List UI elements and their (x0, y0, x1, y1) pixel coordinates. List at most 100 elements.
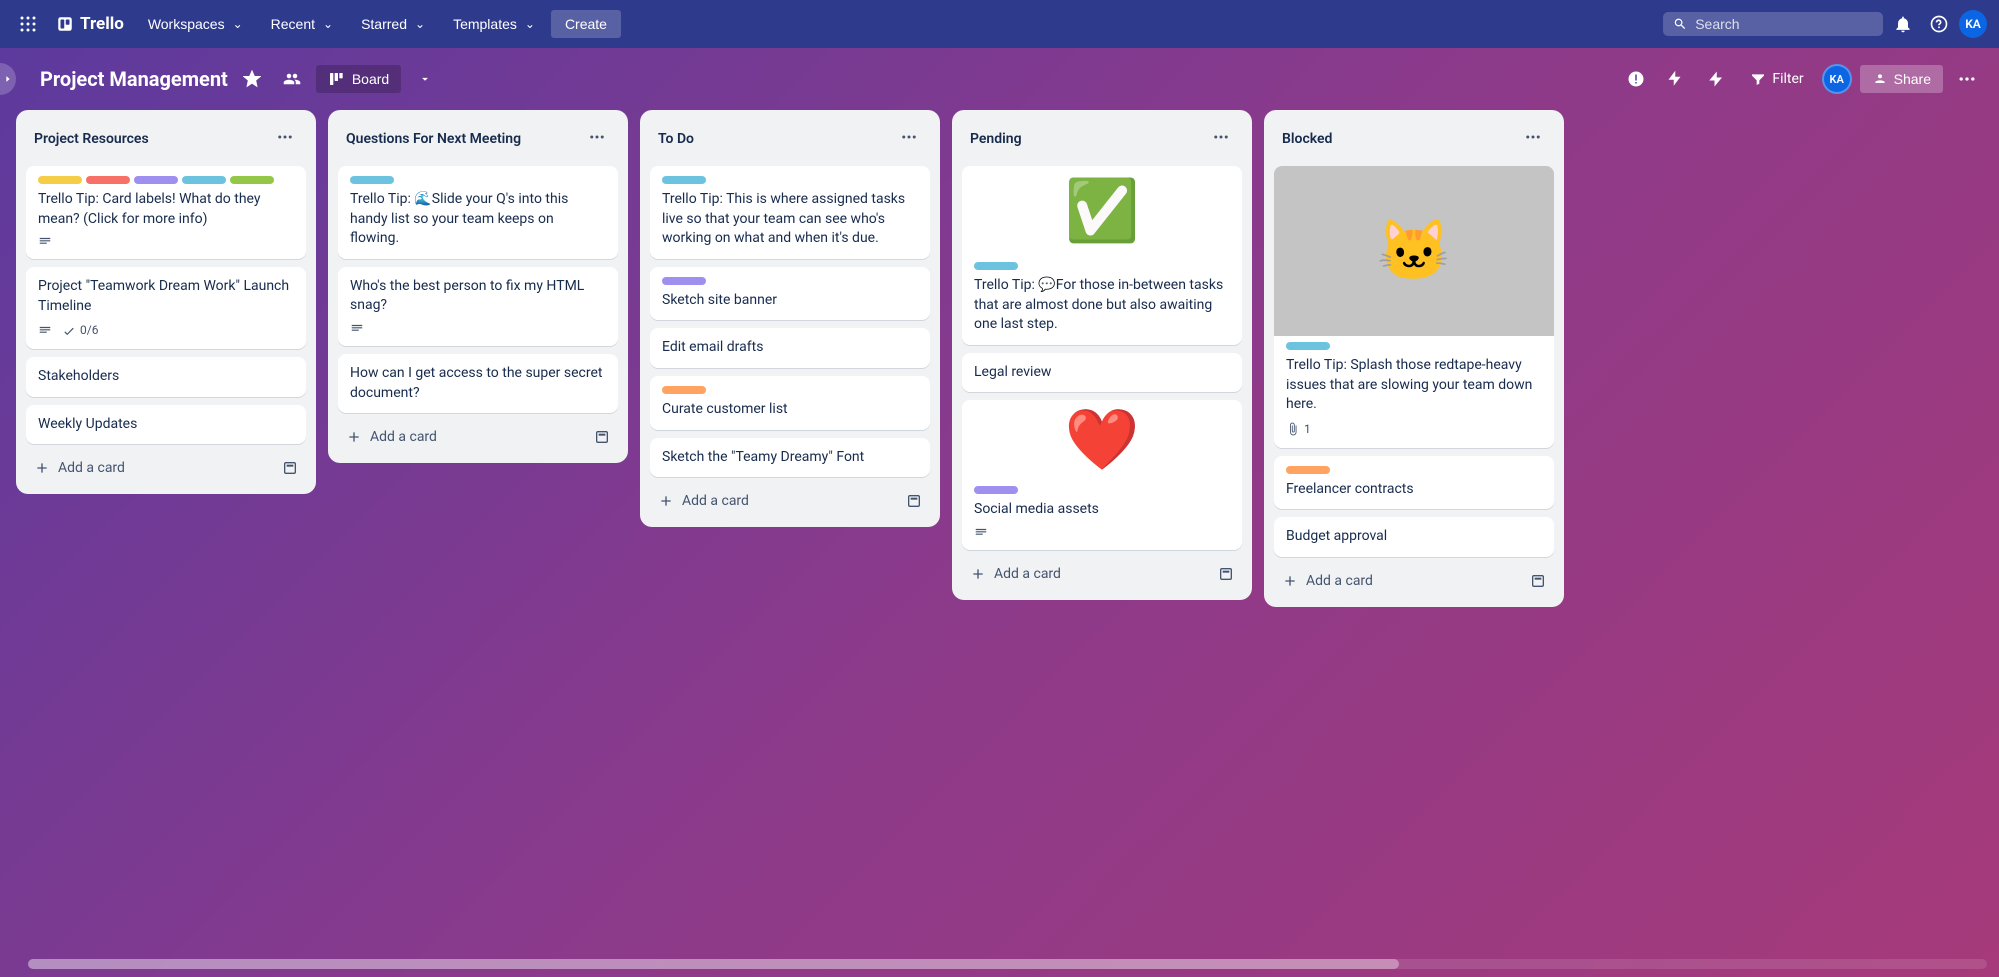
add-card-label: Add a card (994, 566, 1061, 582)
card[interactable]: 🐱Trello Tip: Splash those redtape-heavy … (1274, 166, 1554, 448)
add-card-button[interactable]: Add a card (26, 452, 306, 484)
card-text: Edit email drafts (662, 338, 918, 358)
list-menu-icon[interactable] (896, 124, 922, 154)
label-purple[interactable] (974, 486, 1018, 494)
user-avatar[interactable]: KA (1959, 10, 1987, 38)
card-text: How can I get access to the super secret… (350, 364, 606, 403)
card[interactable]: Trello Tip: 🌊Slide your Q's into this ha… (338, 166, 618, 259)
member-avatar[interactable]: KA (1822, 64, 1852, 94)
board-menu-icon[interactable] (1951, 63, 1983, 95)
list-menu-icon[interactable] (1208, 124, 1234, 154)
list-title[interactable]: Questions For Next Meeting (346, 131, 521, 147)
card-text: Freelancer contracts (1286, 480, 1542, 500)
add-card-button[interactable]: Add a card (962, 558, 1242, 590)
template-icon[interactable] (282, 460, 298, 476)
board-title[interactable]: Project Management (40, 67, 228, 91)
card[interactable]: Legal review (962, 353, 1242, 393)
label-green[interactable] (230, 176, 274, 184)
list-title[interactable]: Blocked (1282, 131, 1332, 147)
card[interactable]: ✅Trello Tip: 💬For those in-between tasks… (962, 166, 1242, 345)
board-canvas[interactable]: Project Resources Trello Tip: Card label… (0, 110, 1999, 977)
add-card-label: Add a card (58, 460, 125, 476)
filter-button[interactable]: Filter (1740, 65, 1813, 93)
list-menu-icon[interactable] (272, 124, 298, 154)
nav-starred[interactable]: Starred (349, 10, 437, 38)
card[interactable]: Trello Tip: Card labels! What do they me… (26, 166, 306, 259)
card[interactable]: Who's the best person to fix my HTML sna… (338, 267, 618, 346)
card-labels (662, 176, 918, 184)
search-input[interactable] (1695, 16, 1873, 32)
list-menu-icon[interactable] (1520, 124, 1546, 154)
template-icon[interactable] (1218, 566, 1234, 582)
card-labels (974, 262, 1230, 270)
scrollbar-thumb[interactable] (28, 959, 1399, 969)
label-purple[interactable] (134, 176, 178, 184)
card[interactable]: ❤️Social media assets (962, 400, 1242, 550)
card[interactable]: Stakeholders (26, 357, 306, 397)
card[interactable]: Project "Teamwork Dream Work" Launch Tim… (26, 267, 306, 349)
label-purple[interactable] (662, 277, 706, 285)
nav-workspaces[interactable]: Workspaces (136, 10, 255, 38)
automation-icon[interactable] (1700, 63, 1732, 95)
label-orange[interactable] (1286, 466, 1330, 474)
card[interactable]: Weekly Updates (26, 405, 306, 445)
search-icon (1673, 16, 1687, 32)
card[interactable]: Sketch the "Teamy Dreamy" Font (650, 438, 930, 478)
expand-sidebar-handle[interactable] (0, 63, 16, 95)
add-card-label: Add a card (682, 493, 749, 509)
boardbar: Project Management Board Filter KA Share (0, 48, 1999, 110)
card[interactable]: Budget approval (1274, 517, 1554, 557)
plus-icon (34, 460, 50, 476)
card-text: Stakeholders (38, 367, 294, 387)
label-sky[interactable] (662, 176, 706, 184)
label-red[interactable] (86, 176, 130, 184)
checklist-badge: 0/6 (62, 322, 98, 339)
list: Questions For Next Meeting Trello Tip: 🌊… (328, 110, 628, 463)
label-sky[interactable] (182, 176, 226, 184)
horizontal-scrollbar[interactable] (28, 959, 1987, 969)
label-yellow[interactable] (38, 176, 82, 184)
nav-recent[interactable]: Recent (259, 10, 345, 38)
list-title[interactable]: To Do (658, 131, 694, 147)
label-sky[interactable] (974, 262, 1018, 270)
card[interactable]: Sketch site banner (650, 267, 930, 321)
apps-switcher-icon[interactable] (12, 8, 44, 40)
add-card-button[interactable]: Add a card (338, 421, 618, 453)
card[interactable]: Trello Tip: This is where assigned tasks… (650, 166, 930, 259)
plus-icon (346, 429, 362, 445)
add-card-button[interactable]: Add a card (650, 485, 930, 517)
customize-views-icon[interactable] (409, 63, 441, 95)
nav-templates[interactable]: Templates (441, 10, 547, 38)
card-badges: 0/6 (38, 322, 294, 339)
visibility-icon[interactable] (276, 63, 308, 95)
list-title[interactable]: Project Resources (34, 131, 149, 147)
notifications-icon[interactable] (1887, 8, 1919, 40)
search-box[interactable] (1663, 12, 1883, 36)
label-orange[interactable] (662, 386, 706, 394)
logo[interactable]: Trello (48, 14, 132, 34)
template-icon[interactable] (906, 493, 922, 509)
list-menu-icon[interactable] (584, 124, 610, 154)
share-label: Share (1894, 71, 1931, 87)
alert-icon[interactable] (1620, 63, 1652, 95)
power-ups-icon[interactable] (1660, 63, 1692, 95)
card[interactable]: Edit email drafts (650, 328, 930, 368)
star-icon[interactable] (236, 63, 268, 95)
topbar: Trello Workspaces Recent Starred Templat… (0, 0, 1999, 48)
help-icon[interactable] (1923, 8, 1955, 40)
card[interactable]: How can I get access to the super secret… (338, 354, 618, 413)
card-text: Trello Tip: 💬For those in-between tasks … (974, 276, 1230, 335)
template-icon[interactable] (594, 429, 610, 445)
template-icon[interactable] (1530, 573, 1546, 589)
board-view-button[interactable]: Board (316, 65, 401, 93)
list-title[interactable]: Pending (970, 131, 1022, 147)
add-card-button[interactable]: Add a card (1274, 565, 1554, 597)
label-sky[interactable] (350, 176, 394, 184)
card[interactable]: Freelancer contracts (1274, 456, 1554, 510)
list-header: Blocked (1274, 120, 1554, 158)
create-button[interactable]: Create (551, 10, 621, 38)
card-text: Trello Tip: Splash those redtape-heavy i… (1286, 356, 1542, 415)
card[interactable]: Curate customer list (650, 376, 930, 430)
share-button[interactable]: Share (1860, 65, 1943, 93)
label-sky[interactable] (1286, 342, 1330, 350)
